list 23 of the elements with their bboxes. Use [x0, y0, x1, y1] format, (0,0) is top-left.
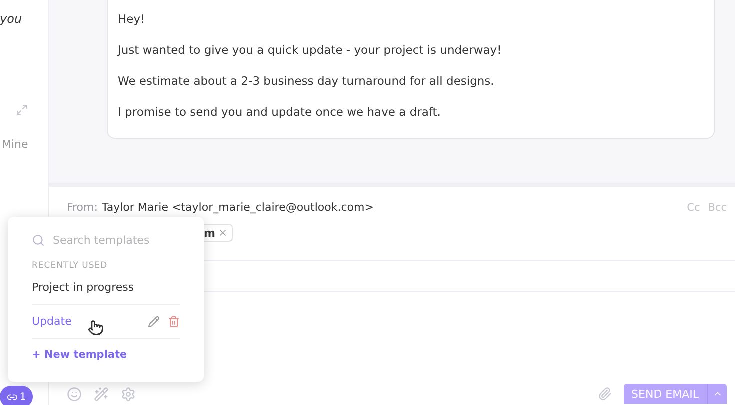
- search-icon: [32, 234, 45, 246]
- message-text: Hey!: [118, 11, 146, 28]
- close-icon[interactable]: [218, 228, 228, 238]
- message-text: Just wanted to give you a quick update - your project is underway!: [118, 42, 503, 59]
- template-item[interactable]: Project in progress: [32, 271, 180, 305]
- section-heading: RECENTLY USED: [32, 261, 109, 271]
- expand-icon[interactable]: [16, 104, 28, 116]
- message-snippet: you: [0, 12, 24, 26]
- new-template-link[interactable]: + New template: [32, 349, 180, 361]
- trash-icon[interactable]: [168, 316, 180, 328]
- message-text: I promise to send you and update once we have a draft.: [118, 104, 442, 121]
- template-item[interactable]: Update: [32, 305, 180, 339]
- from-label: From:: [67, 201, 98, 214]
- cursor-icon: [88, 320, 104, 336]
- from-address: Taylor Marie <taylor_marie_claire@outlook.com>: [102, 201, 375, 214]
- edit-icon[interactable]: [148, 316, 160, 328]
- message-text: We estimate about a 2-3 business day turnaround for all designs.: [118, 73, 496, 90]
- paperclip-icon[interactable]: [598, 387, 612, 401]
- filter-tab[interactable]: Mine: [2, 138, 48, 151]
- attachment-badge[interactable]: 1: [0, 386, 33, 405]
- settings-icon[interactable]: [121, 386, 136, 402]
- emoji-icon[interactable]: [67, 386, 82, 402]
- magic-wand-icon[interactable]: [94, 386, 109, 402]
